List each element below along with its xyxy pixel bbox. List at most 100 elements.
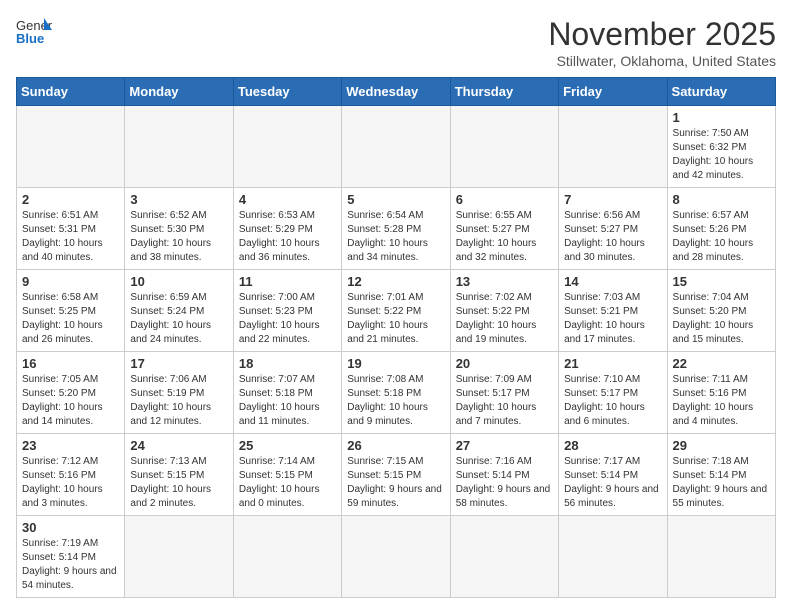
- day-info: Sunrise: 7:10 AM Sunset: 5:17 PM Dayligh…: [564, 373, 661, 429]
- day-info: Sunrise: 7:02 AM Sunset: 5:22 PM Dayligh…: [456, 291, 553, 347]
- day-info: Sunrise: 7:09 AM Sunset: 5:17 PM Dayligh…: [456, 373, 553, 429]
- day-cell: [342, 106, 450, 188]
- day-number: 20: [456, 356, 553, 371]
- calendar-title: November 2025: [548, 16, 776, 53]
- day-info: Sunrise: 6:52 AM Sunset: 5:30 PM Dayligh…: [130, 209, 227, 265]
- logo-icon: General Blue: [16, 16, 52, 46]
- page-header: General Blue November 2025 Stillwater, O…: [16, 16, 776, 69]
- day-header-friday: Friday: [559, 78, 667, 106]
- day-cell: 9 Sunrise: 6:58 AM Sunset: 5:25 PM Daylig…: [17, 270, 125, 352]
- day-cell: [667, 516, 775, 598]
- day-cell: 23 Sunrise: 7:12 AM Sunset: 5:16 PM Dayli…: [17, 434, 125, 516]
- day-info: Sunrise: 7:15 AM Sunset: 5:15 PM Dayligh…: [347, 455, 444, 511]
- day-number: 3: [130, 192, 227, 207]
- day-info: Sunrise: 6:59 AM Sunset: 5:24 PM Dayligh…: [130, 291, 227, 347]
- day-header-sunday: Sunday: [17, 78, 125, 106]
- day-number: 15: [673, 274, 770, 289]
- day-cell: [125, 106, 233, 188]
- day-cell: 15 Sunrise: 7:04 AM Sunset: 5:20 PM Dayli…: [667, 270, 775, 352]
- calendar-table: SundayMondayTuesdayWednesdayThursdayFrid…: [16, 77, 776, 598]
- day-cell: 18Sunrise: 7:07 AM Sunset: 5:18 PM Dayli…: [233, 352, 341, 434]
- day-cell: [233, 106, 341, 188]
- day-cell: 29 Sunrise: 7:18 AM Sunset: 5:14 PM Dayli…: [667, 434, 775, 516]
- day-info: Sunrise: 7:05 AM Sunset: 5:20 PM Dayligh…: [22, 373, 119, 429]
- day-number: 28: [564, 438, 661, 453]
- day-cell: 11 Sunrise: 7:00 AM Sunset: 5:23 PM Dayli…: [233, 270, 341, 352]
- day-cell: 26 Sunrise: 7:15 AM Sunset: 5:15 PM Dayli…: [342, 434, 450, 516]
- title-area: November 2025 Stillwater, Oklahoma, Unit…: [548, 16, 776, 69]
- day-cell: 14 Sunrise: 7:03 AM Sunset: 5:21 PM Dayli…: [559, 270, 667, 352]
- day-cell: 25 Sunrise: 7:14 AM Sunset: 5:15 PM Dayli…: [233, 434, 341, 516]
- day-number: 9: [22, 274, 119, 289]
- day-number: 27: [456, 438, 553, 453]
- day-info: Sunrise: 7:14 AM Sunset: 5:15 PM Dayligh…: [239, 455, 336, 511]
- day-cell: 16 Sunrise: 7:05 AM Sunset: 5:20 PM Dayli…: [17, 352, 125, 434]
- day-number: 24: [130, 438, 227, 453]
- day-number: 30: [22, 520, 119, 535]
- day-info: Sunrise: 6:55 AM Sunset: 5:27 PM Dayligh…: [456, 209, 553, 265]
- day-cell: 20 Sunrise: 7:09 AM Sunset: 5:17 PM Dayli…: [450, 352, 558, 434]
- day-cell: [342, 516, 450, 598]
- week-row-2: 9 Sunrise: 6:58 AM Sunset: 5:25 PM Daylig…: [17, 270, 776, 352]
- day-info: Sunrise: 7:04 AM Sunset: 5:20 PM Dayligh…: [673, 291, 770, 347]
- day-number: 6: [456, 192, 553, 207]
- week-row-0: 1Sunrise: 7:50 AM Sunset: 6:32 PM Daylig…: [17, 106, 776, 188]
- day-cell: [450, 516, 558, 598]
- day-number: 25: [239, 438, 336, 453]
- day-number: 29: [673, 438, 770, 453]
- logo: General Blue: [16, 16, 52, 46]
- week-row-5: 30Sunrise: 7:19 AM Sunset: 5:14 PM Dayli…: [17, 516, 776, 598]
- day-info: Sunrise: 7:13 AM Sunset: 5:15 PM Dayligh…: [130, 455, 227, 511]
- day-number: 26: [347, 438, 444, 453]
- day-info: Sunrise: 7:17 AM Sunset: 5:14 PM Dayligh…: [564, 455, 661, 511]
- day-info: Sunrise: 6:54 AM Sunset: 5:28 PM Dayligh…: [347, 209, 444, 265]
- day-info: Sunrise: 7:06 AM Sunset: 5:19 PM Dayligh…: [130, 373, 227, 429]
- day-number: 19: [347, 356, 444, 371]
- day-info: Sunrise: 7:12 AM Sunset: 5:16 PM Dayligh…: [22, 455, 119, 511]
- day-number: 2: [22, 192, 119, 207]
- day-number: 16: [22, 356, 119, 371]
- week-row-3: 16 Sunrise: 7:05 AM Sunset: 5:20 PM Dayli…: [17, 352, 776, 434]
- day-info: Sunrise: 7:07 AM Sunset: 5:18 PM Dayligh…: [239, 373, 336, 429]
- day-header-monday: Monday: [125, 78, 233, 106]
- calendar-subtitle: Stillwater, Oklahoma, United States: [548, 53, 776, 69]
- day-number: 7: [564, 192, 661, 207]
- day-header-thursday: Thursday: [450, 78, 558, 106]
- day-number: 4: [239, 192, 336, 207]
- day-number: 14: [564, 274, 661, 289]
- day-number: 5: [347, 192, 444, 207]
- day-number: 1: [673, 110, 770, 125]
- day-cell: [233, 516, 341, 598]
- day-number: 11: [239, 274, 336, 289]
- day-cell: 3 Sunrise: 6:52 AM Sunset: 5:30 PM Daylig…: [125, 188, 233, 270]
- day-cell: 5 Sunrise: 6:54 AM Sunset: 5:28 PM Daylig…: [342, 188, 450, 270]
- day-cell: 1Sunrise: 7:50 AM Sunset: 6:32 PM Daylig…: [667, 106, 775, 188]
- day-info: Sunrise: 7:03 AM Sunset: 5:21 PM Dayligh…: [564, 291, 661, 347]
- day-info: Sunrise: 7:18 AM Sunset: 5:14 PM Dayligh…: [673, 455, 770, 511]
- day-cell: 8 Sunrise: 6:57 AM Sunset: 5:26 PM Daylig…: [667, 188, 775, 270]
- week-row-1: 2 Sunrise: 6:51 AM Sunset: 5:31 PM Daylig…: [17, 188, 776, 270]
- day-cell: 21 Sunrise: 7:10 AM Sunset: 5:17 PM Dayli…: [559, 352, 667, 434]
- day-number: 22: [673, 356, 770, 371]
- day-info: Sunrise: 6:56 AM Sunset: 5:27 PM Dayligh…: [564, 209, 661, 265]
- day-info: Sunrise: 6:51 AM Sunset: 5:31 PM Dayligh…: [22, 209, 119, 265]
- day-cell: 22Sunrise: 7:11 AM Sunset: 5:16 PM Dayli…: [667, 352, 775, 434]
- day-info: Sunrise: 7:00 AM Sunset: 5:23 PM Dayligh…: [239, 291, 336, 347]
- header-row: SundayMondayTuesdayWednesdayThursdayFrid…: [17, 78, 776, 106]
- day-info: Sunrise: 7:08 AM Sunset: 5:18 PM Dayligh…: [347, 373, 444, 429]
- day-info: Sunrise: 7:16 AM Sunset: 5:14 PM Dayligh…: [456, 455, 553, 511]
- day-cell: 27 Sunrise: 7:16 AM Sunset: 5:14 PM Dayli…: [450, 434, 558, 516]
- day-cell: 2 Sunrise: 6:51 AM Sunset: 5:31 PM Daylig…: [17, 188, 125, 270]
- day-number: 17: [130, 356, 227, 371]
- day-number: 8: [673, 192, 770, 207]
- day-info: Sunrise: 6:58 AM Sunset: 5:25 PM Dayligh…: [22, 291, 119, 347]
- day-info: Sunrise: 6:57 AM Sunset: 5:26 PM Dayligh…: [673, 209, 770, 265]
- day-header-wednesday: Wednesday: [342, 78, 450, 106]
- day-cell: 28 Sunrise: 7:17 AM Sunset: 5:14 PM Dayli…: [559, 434, 667, 516]
- day-number: 21: [564, 356, 661, 371]
- day-cell: 13 Sunrise: 7:02 AM Sunset: 5:22 PM Dayli…: [450, 270, 558, 352]
- day-cell: [125, 516, 233, 598]
- day-number: 12: [347, 274, 444, 289]
- day-number: 23: [22, 438, 119, 453]
- day-number: 13: [456, 274, 553, 289]
